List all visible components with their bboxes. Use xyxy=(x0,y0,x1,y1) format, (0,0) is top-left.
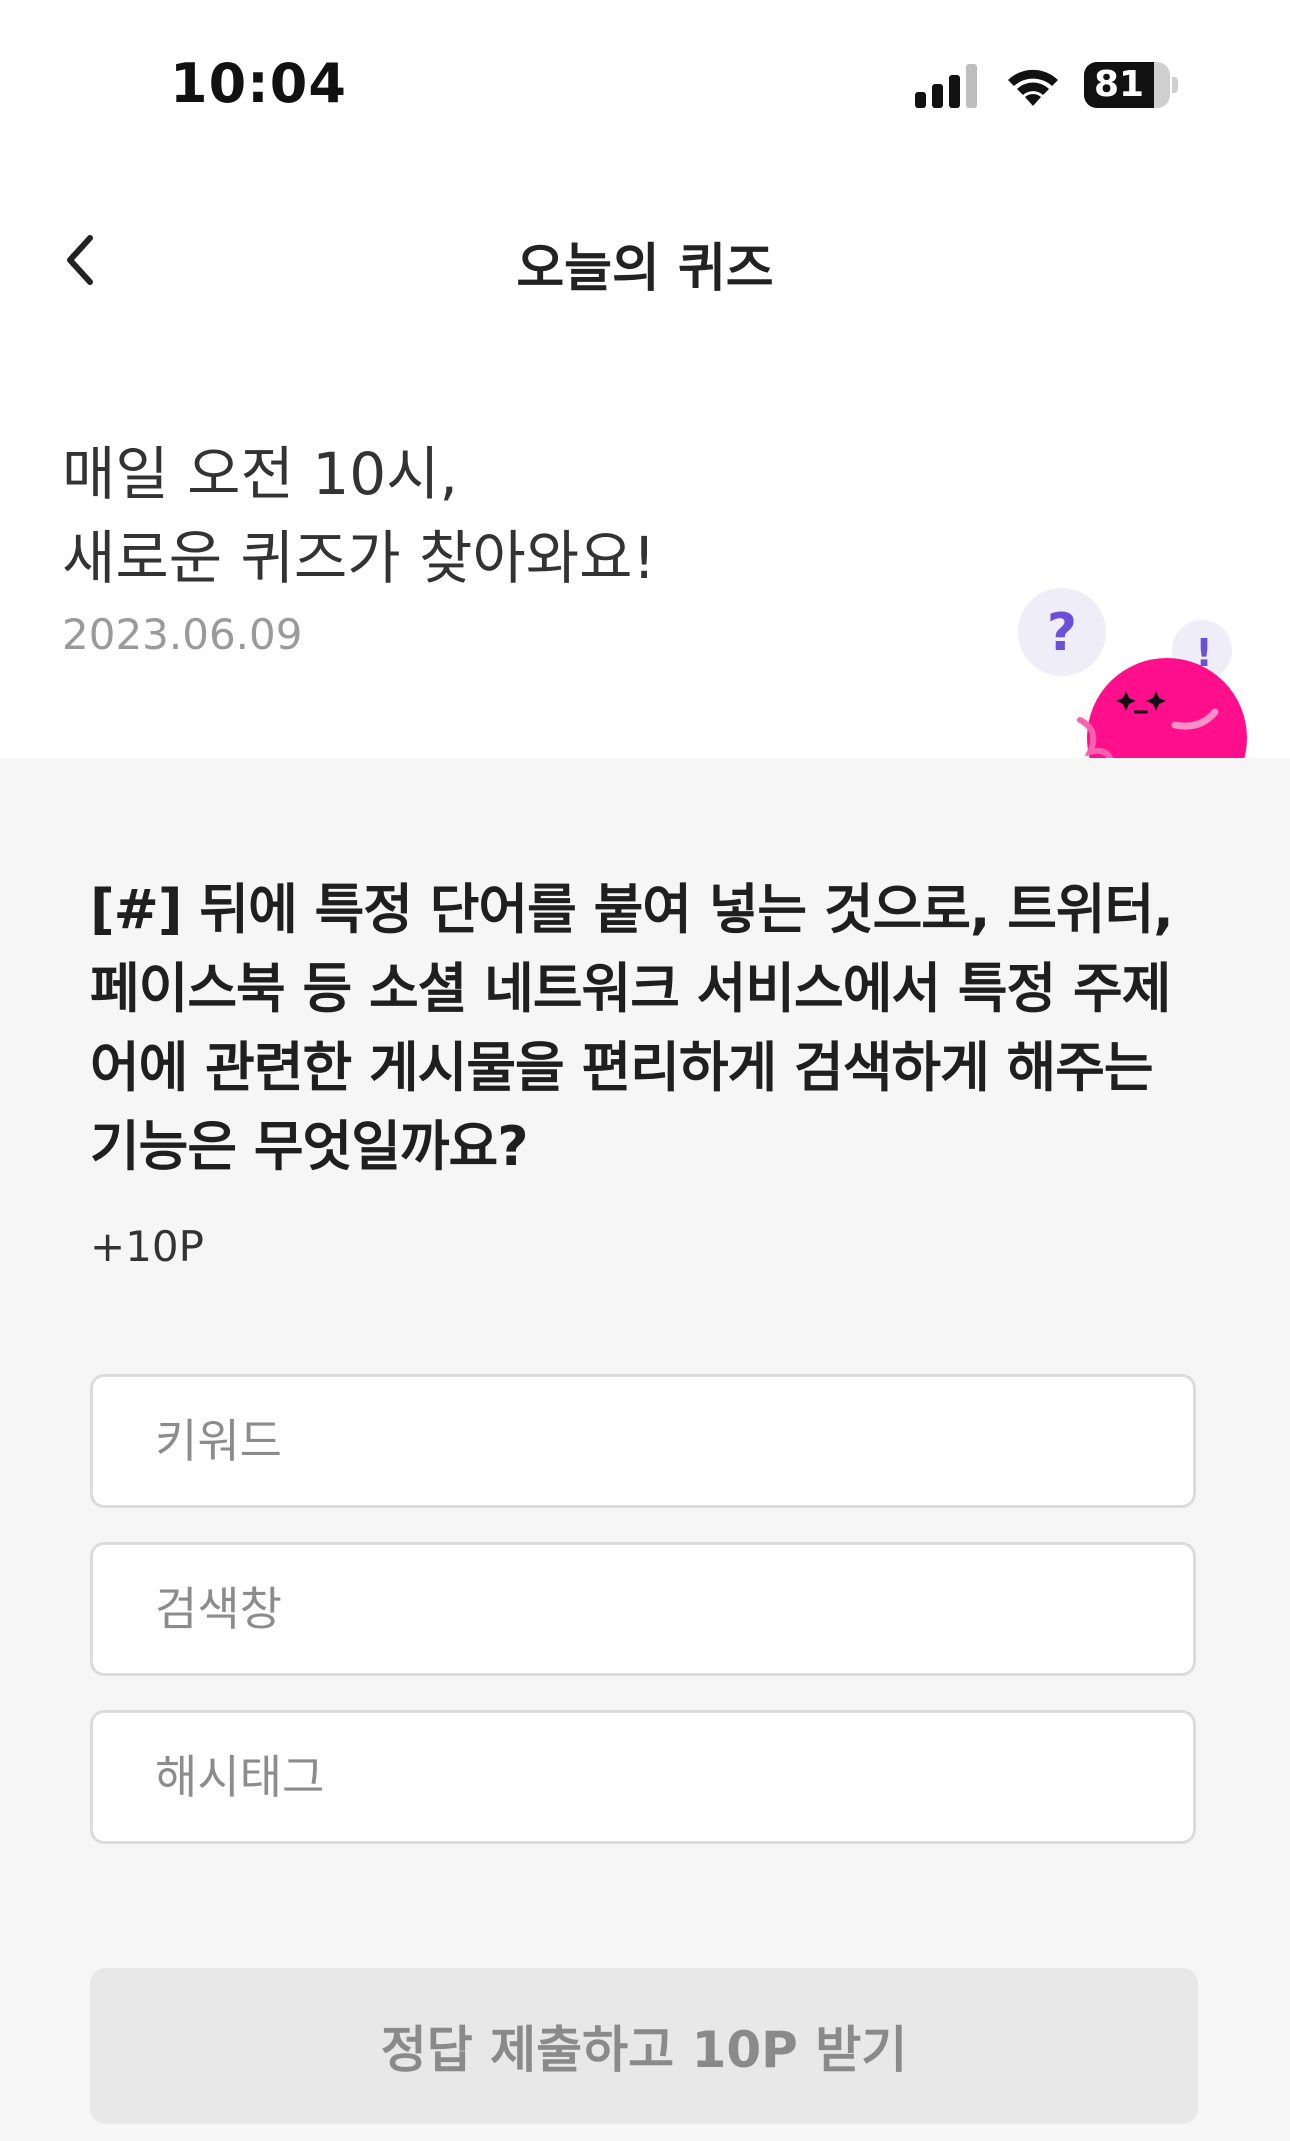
intro-line-1: 매일 오전 10시, xyxy=(62,440,458,508)
quiz-points: +10P xyxy=(90,1222,204,1271)
mascot-illustration: ? ! xyxy=(1010,580,1270,760)
cellular-signal-icon xyxy=(915,64,977,108)
answer-option-keyword[interactable]: 키워드 xyxy=(90,1374,1196,1508)
answer-option-label: 검색창 xyxy=(155,1582,282,1636)
answer-option-label: 해시태그 xyxy=(155,1750,325,1804)
intro-line-2: 새로운 퀴즈가 찾아와요! xyxy=(62,524,656,592)
quiz-question: [#] 뒤에 특정 단어를 붙여 넣는 것으로, 트위터, 페이스북 등 소셜 … xyxy=(90,878,1174,1178)
submit-answer-button[interactable]: 정답 제출하고 10P 받기 xyxy=(90,1968,1198,2124)
submit-answer-label: 정답 제출하고 10P 받기 xyxy=(380,2021,908,2079)
status-time: 10:04 xyxy=(170,52,347,115)
quiz-date: 2023.06.09 xyxy=(62,610,303,659)
answer-option-search-bar[interactable]: 검색창 xyxy=(90,1542,1196,1676)
intro-section: 매일 오전 10시, 새로운 퀴즈가 찾아와요! 2023.06.09 xyxy=(62,432,962,659)
page-title: 오늘의 퀴즈 xyxy=(516,239,774,299)
answer-option-label: 키워드 xyxy=(155,1414,282,1468)
status-bar: 10:04 81 xyxy=(0,0,1290,170)
header: 오늘의 퀴즈 xyxy=(0,200,1290,320)
wifi-icon xyxy=(1008,69,1058,106)
answer-option-hashtag[interactable]: 해시태그 xyxy=(90,1710,1196,1844)
battery-icon: 81 xyxy=(1084,62,1178,108)
mascot-question-mark: ? xyxy=(1047,603,1077,663)
battery-level: 81 xyxy=(1093,64,1145,105)
